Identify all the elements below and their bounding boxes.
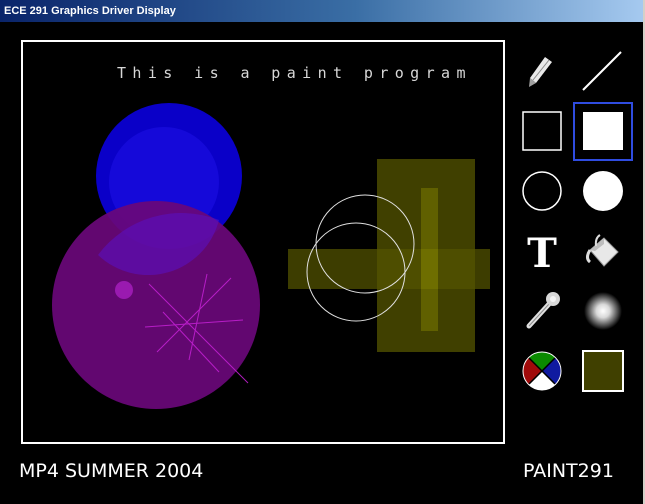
circle-filled-icon <box>583 171 623 211</box>
drawn-small-dot <box>115 281 133 299</box>
pencil-icon <box>529 57 552 87</box>
pencil-tool[interactable] <box>521 52 563 94</box>
text-icon: T <box>527 230 557 272</box>
line-tool[interactable] <box>581 50 623 92</box>
circle-filled-tool[interactable] <box>582 170 624 212</box>
canvas-drawing: This is a paint program <box>52 64 490 409</box>
window-titlebar: ECE 291 Graphics Driver Display <box>0 0 645 22</box>
rectangle-outline-tool[interactable] <box>521 110 563 152</box>
circle-outline-icon <box>522 171 562 211</box>
color-swatch-icon <box>582 350 624 392</box>
footer-app-name: PAINT291 <box>523 460 614 482</box>
color-palette-tool[interactable] <box>521 350 563 392</box>
footer-course-label: MP4 SUMMER 2004 <box>19 460 204 482</box>
line-icon <box>582 51 622 91</box>
current-color-swatch[interactable] <box>582 350 624 392</box>
color-wheel-icon <box>522 351 562 391</box>
rectangle-outline-icon <box>522 111 562 151</box>
circle-outline-tool[interactable] <box>521 170 563 212</box>
rectangle-filled-icon <box>583 112 623 150</box>
rectangle-filled-tool[interactable] <box>582 110 624 152</box>
fill-bucket-tool[interactable] <box>582 230 624 272</box>
airbrush-icon <box>584 292 622 330</box>
svg-text:T: T <box>527 230 557 272</box>
eyedropper-icon <box>526 292 560 329</box>
window-title: ECE 291 Graphics Driver Display <box>4 5 176 17</box>
text-tool[interactable]: T <box>521 230 563 272</box>
airbrush-tool[interactable] <box>582 290 624 332</box>
canvas-banner-text: This is a paint program <box>117 64 472 82</box>
eyedropper-tool[interactable] <box>521 290 563 332</box>
paint-canvas[interactable]: This is a paint program <box>21 40 505 444</box>
paint-bucket-icon <box>586 234 619 267</box>
